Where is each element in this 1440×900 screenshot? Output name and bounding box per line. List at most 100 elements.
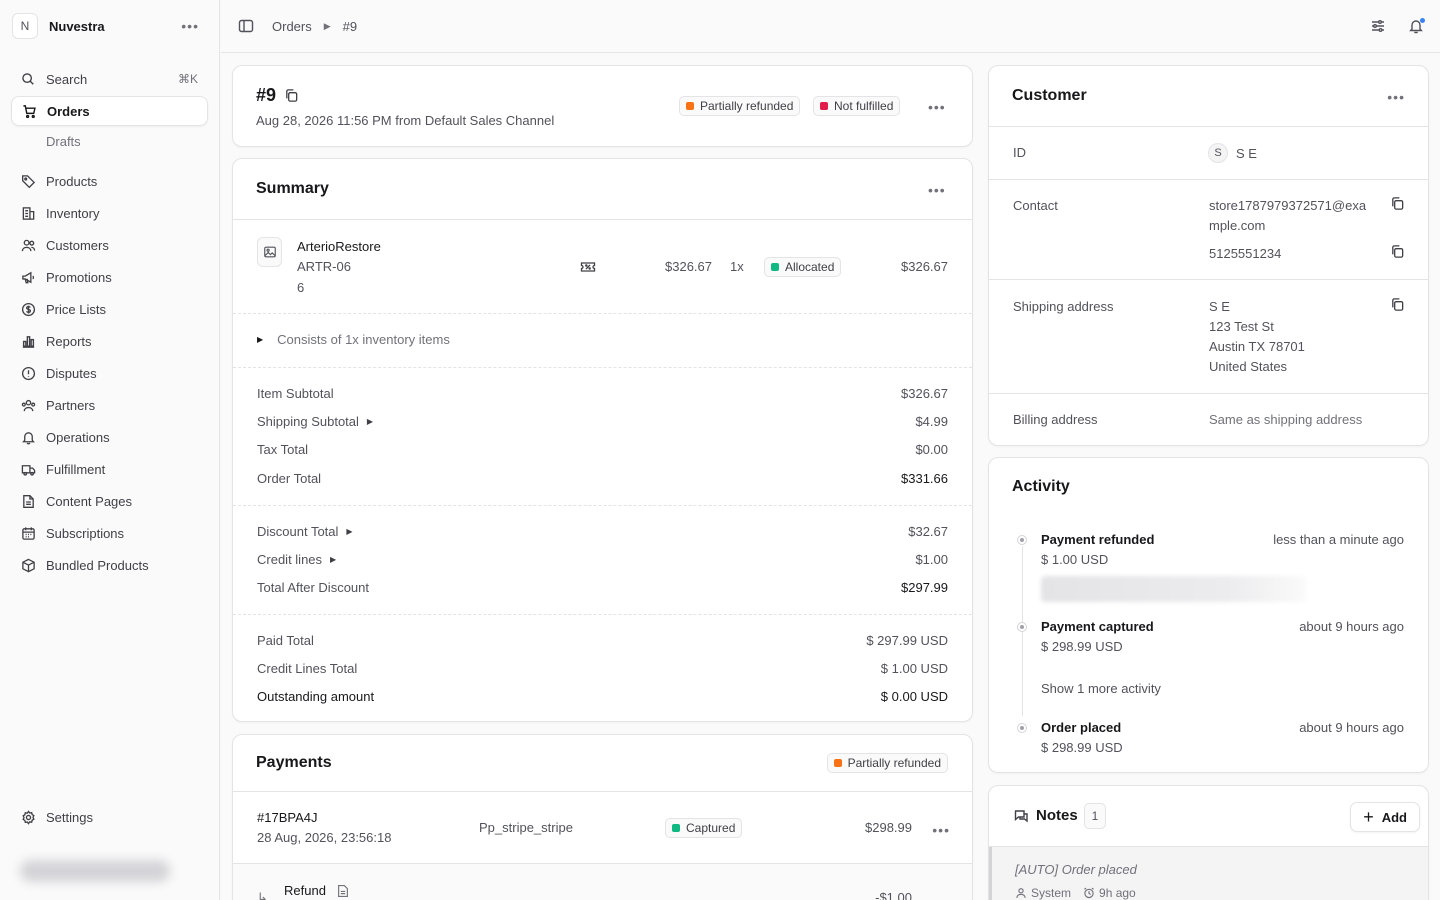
dollar-circle-icon	[20, 301, 36, 317]
discount-total-value: $32.67	[908, 524, 948, 539]
sidebar-item-settings[interactable]: Settings	[11, 802, 208, 832]
line-item-total: $326.67	[901, 259, 948, 274]
search-shortcut: ⌘K	[177, 72, 198, 86]
copy-address-icon[interactable]	[1390, 297, 1405, 312]
payment-actions-icon[interactable]: •••	[932, 823, 950, 837]
document-icon	[20, 493, 36, 509]
order-id: #9	[256, 85, 277, 105]
copy-icon[interactable]	[284, 88, 299, 103]
megaphone-icon	[20, 269, 36, 285]
store-avatar: N	[12, 13, 38, 39]
sidebar-item-operations[interactable]: Operations	[11, 422, 208, 452]
sidebar-item-orders[interactable]: Orders	[11, 96, 208, 126]
plus-icon: +	[1363, 807, 1374, 827]
tax-total-value: $0.00	[915, 442, 948, 457]
payments-card: Payments Partially refunded #17BPA4J 28 …	[232, 734, 973, 900]
refund-note-icon[interactable]	[336, 884, 350, 898]
line-item-variant: 6	[297, 280, 305, 295]
sidebar-item-content-pages[interactable]: Content Pages	[11, 486, 208, 516]
sidebar-item-label: Content Pages	[46, 493, 133, 509]
note-author: System	[1031, 886, 1072, 900]
payments-status-badge: Partially refunded	[826, 753, 948, 773]
store-switcher[interactable]: N Nuvestra •••	[0, 0, 219, 52]
breadcrumb-orders[interactable]: Orders	[272, 19, 312, 34]
outstanding-amount-label: Outstanding amount	[257, 689, 375, 704]
sidebar: N Nuvestra ••• Search ⌘K Orders Drafts P…	[0, 0, 220, 900]
note-text: [AUTO] Order placed	[1015, 862, 1137, 877]
discount-total-toggle[interactable]: Discount Total ▶	[257, 524, 353, 539]
credit-lines-value: $1.00	[915, 552, 948, 567]
summary-card: Summary ••• ArterioRestore ARTR-06 6 $32…	[232, 158, 973, 722]
payment-status-badge: Partially refunded	[679, 96, 801, 116]
store-menu-icon[interactable]: •••	[181, 19, 199, 33]
sidebar-item-promotions[interactable]: Promotions	[11, 262, 208, 292]
show-more-activity-link[interactable]: Show 1 more activity	[1041, 681, 1161, 696]
sidebar-item-label: Promotions	[46, 269, 112, 285]
order-subtitle: Aug 28, 2026 11:56 PM from Default Sales…	[256, 113, 555, 128]
sidebar-item-customers[interactable]: Customers	[11, 230, 208, 260]
image-placeholder-icon	[263, 246, 276, 258]
line-item-sku: ARTR-06	[297, 259, 351, 274]
sidebar-item-price-lists[interactable]: Price Lists	[11, 294, 208, 324]
copy-phone-icon[interactable]	[1390, 244, 1405, 259]
sidebar-toggle-icon[interactable]	[238, 18, 254, 34]
customer-email-line1[interactable]: store1787979372571@exa	[1209, 198, 1366, 213]
cart-icon	[21, 103, 37, 119]
contact-label: Contact	[1013, 198, 1058, 213]
sidebar-item-disputes[interactable]: Disputes	[11, 358, 208, 388]
activity-event-title: Payment refunded	[1041, 532, 1155, 547]
sidebar-item-reports[interactable]: Reports	[11, 326, 208, 356]
customer-name: S E	[1236, 145, 1257, 161]
sidebar-search[interactable]: Search ⌘K	[11, 64, 208, 94]
user-menu[interactable]	[20, 860, 170, 882]
credit-lines-total-value: $ 1.00 USD	[880, 661, 948, 676]
line-item-qty: 1x	[730, 259, 744, 274]
sidebar-item-label: Operations	[46, 429, 110, 445]
shipping-subtotal-toggle[interactable]: Shipping Subtotal ▶	[257, 414, 373, 429]
line-item-unit-price: $326.67	[665, 259, 712, 274]
fulfillment-status-badge: Not fulfilled	[813, 96, 901, 116]
payment-id: #17BPA4J	[257, 810, 318, 825]
refund-label: Refund	[284, 883, 326, 898]
customer-link[interactable]: S S E	[1208, 143, 1257, 163]
activity-event-amount: $ 298.99 USD	[1041, 639, 1123, 654]
inventory-items-toggle[interactable]: ▶ Consists of 1x inventory items	[257, 332, 450, 347]
customer-card: Customer ••• ID S S E Contact store17879…	[988, 65, 1429, 446]
shipping-subtotal-value: $4.99	[915, 414, 948, 429]
sidebar-item-label: Customers	[46, 237, 109, 253]
activity-event-time: about 9 hours ago	[1299, 619, 1404, 634]
sidebar-item-products[interactable]: Products	[11, 166, 208, 196]
credit-lines-toggle[interactable]: Credit lines ▶	[257, 552, 336, 567]
sidebar-item-fulfillment[interactable]: Fulfillment	[11, 454, 208, 484]
refund-arrow-icon: ↳	[257, 890, 268, 900]
sidebar-item-bundled-products[interactable]: Bundled Products	[11, 550, 208, 580]
sidebar-item-drafts[interactable]: Drafts	[46, 134, 81, 149]
notification-bell-icon[interactable]	[1408, 18, 1425, 34]
add-note-button[interactable]: + Add	[1350, 802, 1420, 832]
order-actions-icon[interactable]: •••	[928, 100, 946, 114]
note-meta: System 9h ago	[1015, 886, 1136, 900]
item-subtotal-value: $326.67	[901, 386, 948, 401]
allocation-status-badge: Allocated	[764, 257, 842, 277]
shipping-name: S E	[1209, 299, 1230, 314]
sliders-icon[interactable]	[1370, 18, 1386, 34]
customer-actions-icon[interactable]: •••	[1387, 90, 1405, 104]
refund-amount: -$1.00	[875, 890, 912, 900]
summary-actions-icon[interactable]: •••	[928, 183, 946, 197]
customer-avatar: S	[1208, 143, 1228, 163]
copy-email-icon[interactable]	[1390, 196, 1405, 211]
sidebar-item-label: Fulfillment	[46, 461, 106, 477]
sidebar-item-subscriptions[interactable]: Subscriptions	[11, 518, 208, 548]
sidebar-item-inventory[interactable]: Inventory	[11, 198, 208, 228]
billing-address-label: Billing address	[1013, 412, 1098, 427]
customer-phone[interactable]: 5125551234	[1209, 246, 1281, 261]
customer-email-line2[interactable]: mple.com	[1209, 218, 1265, 233]
sidebar-item-label: Subscriptions	[46, 525, 125, 541]
outstanding-amount-value: $ 0.00 USD	[880, 689, 948, 704]
sidebar-item-label: Disputes	[46, 365, 97, 381]
payment-amount: $298.99	[865, 820, 912, 835]
customer-id-label: ID	[1013, 145, 1026, 160]
sidebar-item-label: Bundled Products	[46, 557, 149, 573]
sidebar-item-partners[interactable]: Partners	[11, 390, 208, 420]
search-icon	[20, 71, 36, 87]
